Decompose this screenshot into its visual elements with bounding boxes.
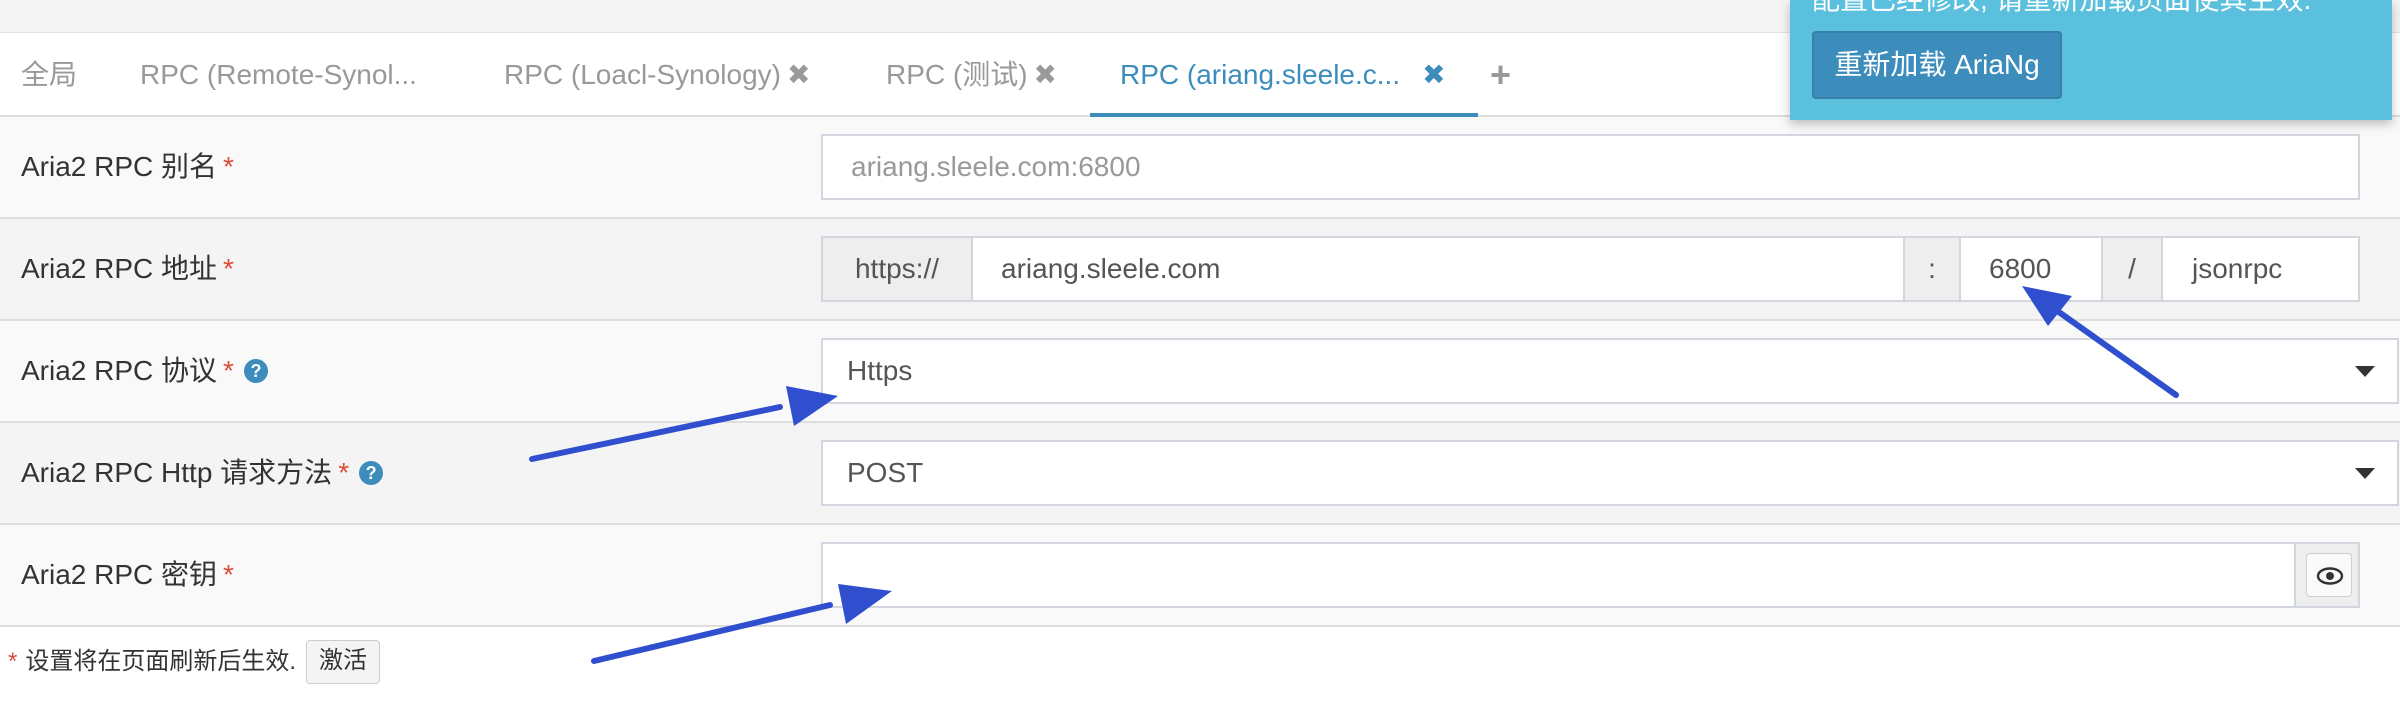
rpc-address-label: Aria2 RPC 地址 * (21, 219, 234, 319)
rpc-secret-label: Aria2 RPC 密钥 * (21, 525, 234, 625)
label-text: Aria2 RPC 别名 (21, 151, 218, 182)
rpc-port-input[interactable]: 6800 (1959, 236, 2103, 302)
colon-addon: : (1903, 236, 1961, 302)
plus-icon: + (1490, 54, 1512, 95)
tab-rpc-loacl-synology[interactable]: RPC (Loacl-Synology) ✖ (504, 33, 810, 117)
rpc-alias-input[interactable]: ariang.sleele.com:6800 (821, 134, 2360, 200)
eye-icon (2316, 567, 2344, 585)
rpc-protocol-label: Aria2 RPC 协议 *? (21, 321, 268, 421)
rpc-alias-placeholder: ariang.sleele.com:6800 (851, 151, 1141, 182)
tab-label: RPC (测试) (886, 59, 1028, 90)
question-circle-icon[interactable]: ? (243, 358, 268, 383)
rpc-interface-input[interactable]: jsonrpc (2161, 236, 2360, 302)
eye-button-face (2306, 553, 2352, 597)
question-circle-icon[interactable]: ? (359, 460, 384, 485)
footer-note: 设置将在页面刷新后生效. (25, 648, 297, 675)
label-text: Aria2 RPC 地址 (21, 253, 218, 284)
close-icon[interactable]: ✖ (787, 59, 810, 90)
rpc-method-select[interactable]: POST (821, 440, 2399, 506)
required-mark: * (8, 648, 18, 675)
rpc-protocol-select[interactable]: Https (821, 338, 2399, 404)
rpc-method-label: Aria2 RPC Http 请求方法 *? (21, 423, 384, 523)
notification-message: 配置已经修改, 请重新加载页面使其生效. (1812, 0, 2311, 18)
label-text: Aria2 RPC 密钥 (21, 559, 218, 590)
rpc-alias-row: Aria2 RPC 别名 * ariang.sleele.com:6800 (0, 117, 2400, 219)
reload-ariang-button[interactable]: 重新加载 AriaNg (1812, 31, 2062, 99)
tab-rpc-ariang-sleele[interactable]: RPC (ariang.sleele.c... ✖ (1090, 33, 1478, 117)
notification-toast: 配置已经修改, 请重新加载页面使其生效. 重新加载 AriaNg (1790, 0, 2392, 120)
rpc-method-row: Aria2 RPC Http 请求方法 *? POST (0, 423, 2400, 525)
tab-global[interactable]: 全局 (21, 33, 77, 117)
tab-rpc-remote-synology[interactable]: RPC (Remote-Synol... (140, 33, 417, 117)
label-text: Aria2 RPC Http 请求方法 (21, 457, 333, 488)
rpc-port-value: 6800 (1989, 253, 2052, 284)
settings-footer: * 设置将在页面刷新后生效. 激活 (8, 640, 381, 684)
activate-button[interactable]: 激活 (306, 640, 381, 684)
rpc-interface-value: jsonrpc (2192, 253, 2283, 284)
required-mark: * (223, 253, 234, 284)
tab-label: RPC (Loacl-Synology) (504, 59, 781, 90)
rpc-host-value: ariang.sleele.com (1001, 253, 1221, 284)
protocol-prefix-text: https:// (854, 253, 940, 284)
settings-page: 全局 RPC (Remote-Synol... RPC (Loacl-Synol… (0, 0, 2400, 720)
rpc-protocol-row: Aria2 RPC 协议 *? Https (0, 321, 2400, 423)
caret-down-icon (2355, 468, 2375, 479)
protocol-prefix-addon: https:// (821, 236, 973, 302)
rpc-secret-input[interactable] (821, 542, 2296, 608)
rpc-secret-row: Aria2 RPC 密钥 * (0, 525, 2400, 627)
close-icon[interactable]: ✖ (1034, 59, 1057, 90)
rpc-address-row: Aria2 RPC 地址 * https:// ariang.sleele.com… (0, 219, 2400, 321)
required-mark: * (223, 355, 234, 386)
colon-text: : (1928, 253, 1936, 284)
tab-label: RPC (ariang.sleele.c... (1120, 59, 1401, 90)
tab-rpc-test[interactable]: RPC (测试) ✖ (886, 33, 1057, 117)
slash-text: / (2128, 253, 2136, 284)
rpc-alias-label: Aria2 RPC 别名 * (21, 117, 234, 217)
caret-down-icon (2355, 366, 2375, 377)
label-text: Aria2 RPC 协议 (21, 355, 218, 386)
required-mark: * (223, 559, 234, 590)
rpc-protocol-value: Https (847, 355, 913, 386)
tab-label: 全局 (21, 59, 78, 90)
rpc-method-value: POST (847, 457, 924, 488)
slash-addon: / (2101, 236, 2163, 302)
toggle-secret-visibility-button[interactable] (2294, 542, 2360, 608)
tab-label: RPC (Remote-Synol... (140, 59, 417, 90)
add-tab-button[interactable]: + (1490, 33, 1511, 117)
required-mark: * (338, 457, 350, 488)
required-mark: * (223, 151, 234, 182)
close-icon[interactable]: ✖ (1422, 59, 1445, 90)
rpc-host-input[interactable]: ariang.sleele.com (971, 236, 1905, 302)
